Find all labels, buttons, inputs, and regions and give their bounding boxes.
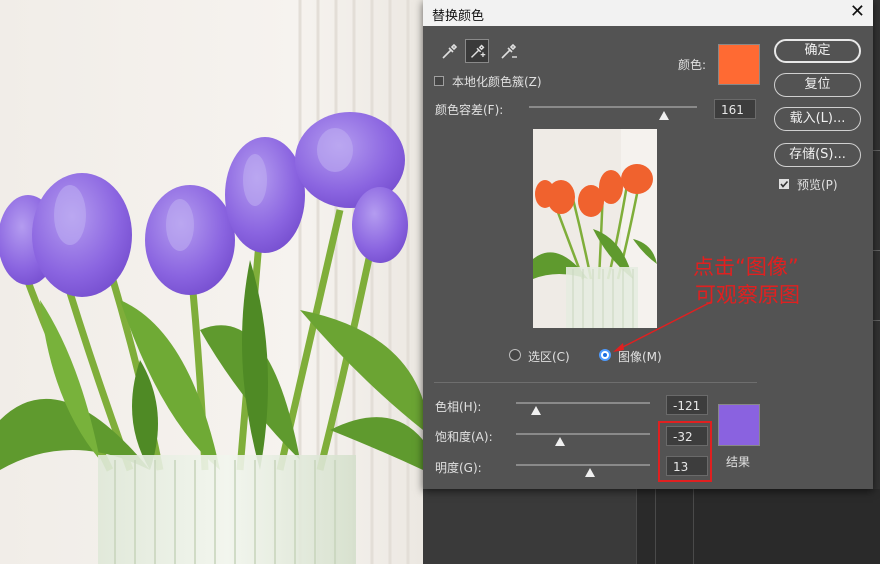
- replace-color-dialog: 替换颜色 ✕ 本地化颜色簇(Z) 颜色: 颜色容差(F): 161 选区(C) …: [423, 0, 873, 489]
- annotation-arrow-icon: [613, 301, 712, 352]
- workspace-divider: [873, 320, 880, 321]
- workspace-panel: [636, 489, 880, 564]
- background-photo: [0, 0, 423, 564]
- tulip-photo-image: [0, 0, 423, 564]
- workspace-divider: [636, 489, 637, 564]
- workspace-divider: [693, 489, 694, 564]
- workspace-divider: [655, 489, 656, 564]
- workspace-divider: [873, 250, 880, 251]
- workspace-panel: [423, 489, 636, 564]
- workspace-divider: [873, 150, 880, 151]
